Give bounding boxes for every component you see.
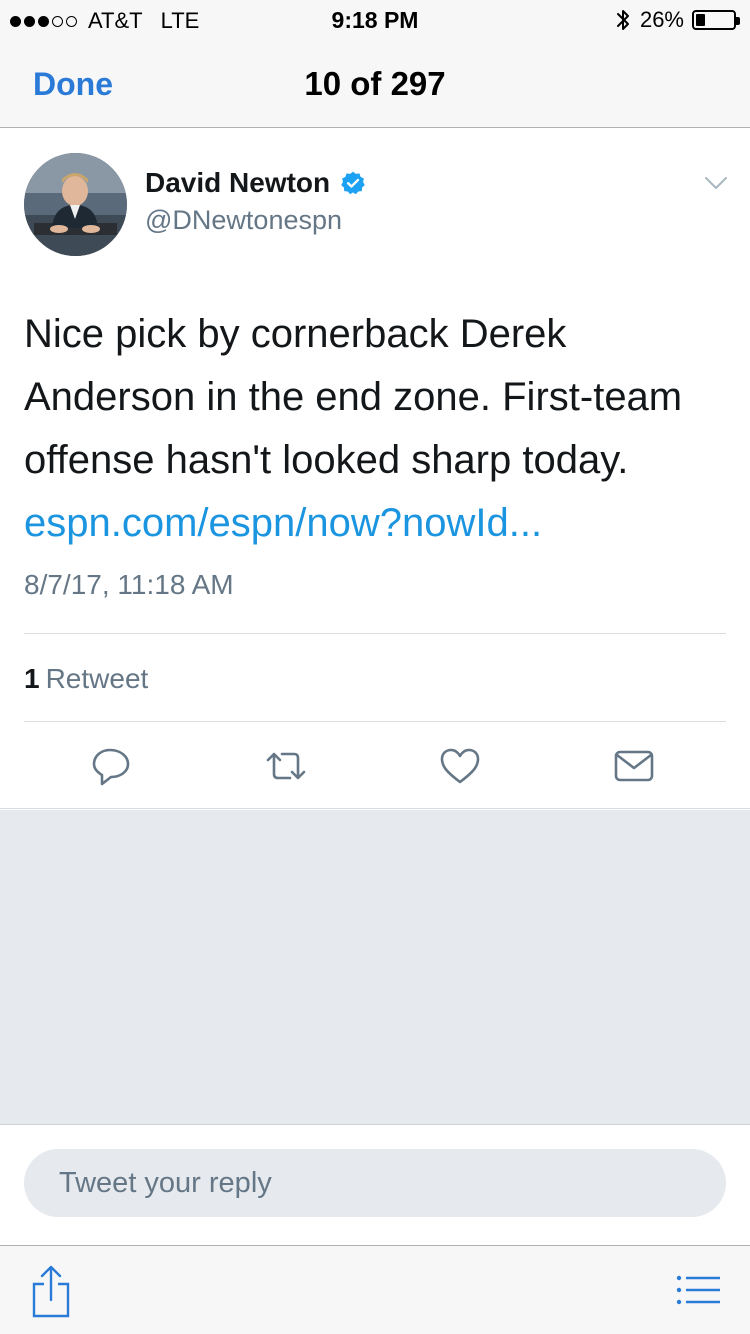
battery-percentage: 26%	[639, 7, 684, 32]
list-icon[interactable]	[676, 1274, 720, 1306]
signal-dot	[24, 15, 35, 27]
verified-badge-icon	[341, 171, 365, 195]
divider	[24, 633, 726, 634]
like-button[interactable]	[438, 744, 482, 788]
battery-fill	[696, 14, 705, 26]
carrier-name: AT&T	[88, 8, 143, 33]
retweet-button[interactable]	[264, 744, 308, 788]
status-bar: AT&T LTE 9:18 PM 26%	[0, 0, 750, 40]
chevron-down-icon[interactable]	[704, 175, 728, 191]
signal-dot	[52, 15, 63, 27]
tweet-text: Nice pick by cornerback Derek Anderson i…	[24, 312, 683, 482]
signal-strength-icon	[10, 15, 80, 27]
avatar-image	[24, 153, 127, 256]
envelope-icon	[614, 750, 654, 782]
reply-input[interactable]: Tweet your reply	[24, 1149, 726, 1217]
reply-icon	[92, 748, 130, 786]
author-name[interactable]: David Newton	[145, 167, 366, 199]
done-button[interactable]: Done	[33, 66, 113, 103]
reply-button[interactable]	[90, 744, 134, 788]
divider	[24, 721, 726, 722]
tweet-detail: David Newton @DNewtonespn Nice pick by c…	[0, 129, 750, 809]
retweet-count: 1	[24, 663, 40, 694]
battery-cap	[736, 17, 740, 25]
tweet-link[interactable]: espn.com/espn/now?nowId...	[24, 492, 729, 555]
author-name-text: David Newton	[145, 167, 331, 198]
retweet-stats[interactable]: 1 Retweet	[24, 663, 148, 695]
tweet-body: Nice pick by cornerback Derek Anderson i…	[24, 303, 729, 555]
bottom-toolbar	[0, 1245, 750, 1334]
reply-bar: Tweet your reply	[0, 1124, 750, 1245]
signal-dot	[10, 15, 21, 27]
retweet-icon	[266, 752, 306, 780]
network-type: LTE	[160, 8, 200, 33]
signal-dot	[66, 15, 77, 27]
retweet-label: Retweet	[45, 663, 149, 694]
tweet-timestamp: 8/7/17, 11:18 AM	[24, 569, 234, 600]
status-left: AT&T LTE	[10, 8, 199, 34]
battery-icon	[692, 10, 740, 30]
share-icon[interactable]	[30, 1264, 72, 1318]
avatar[interactable]	[24, 153, 127, 256]
navigation-bar: Done 10 of 297	[0, 40, 750, 128]
signal-dot	[38, 15, 49, 27]
status-right: 26%	[616, 7, 740, 33]
author-handle[interactable]: @DNewtonespn	[145, 205, 342, 236]
bluetooth-icon	[616, 10, 629, 30]
heart-icon	[440, 748, 480, 784]
replies-area	[0, 810, 750, 1124]
direct-message-button[interactable]	[612, 744, 656, 788]
